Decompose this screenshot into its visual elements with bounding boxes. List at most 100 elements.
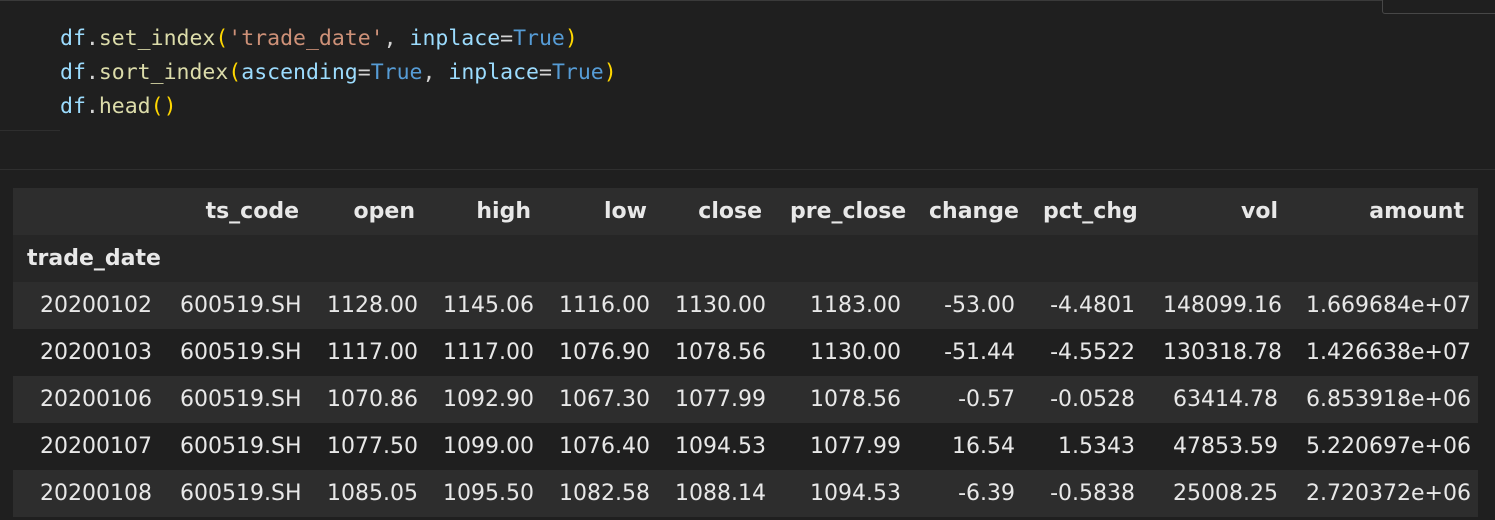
table-cell: -51.44: [915, 329, 1029, 376]
table-cell: 600519.SH: [166, 329, 313, 376]
code-line: df.sort_index(ascending=True, inplace=Tr…: [60, 56, 617, 90]
column-header: high: [429, 188, 545, 235]
index-name-label: trade_date: [13, 235, 166, 282]
table-cell: 1145.06: [429, 282, 545, 329]
table-cell: 1088.14: [661, 470, 776, 517]
table-row: 20200103 600519.SH 1117.00 1117.00 1076.90 10…: [13, 329, 1478, 376]
table-cell: -4.4801: [1029, 282, 1149, 329]
table-cell: 1130.00: [661, 282, 776, 329]
column-header: ts_code: [166, 188, 313, 235]
code-token: df: [60, 94, 86, 119]
column-header: low: [545, 188, 661, 235]
dataframe-table: ts_code open high low close pre_close change pc…: [13, 188, 1478, 517]
code-token: (: [228, 60, 242, 85]
code-token: .: [85, 60, 99, 85]
code-token: head: [98, 94, 151, 119]
code-token: =: [500, 26, 514, 51]
code-token: df: [60, 60, 86, 85]
table-cell: -0.0528: [1029, 376, 1149, 423]
index-name-filler: [166, 235, 313, 282]
index-name-filler: [313, 235, 429, 282]
code-cell-editor[interactable]: df.set_index('trade_date', inplace=True)…: [60, 22, 617, 124]
table-cell: -0.57: [915, 376, 1029, 423]
table-cell: 5.220697e+06: [1292, 423, 1478, 470]
table-cell: 1078.56: [776, 376, 915, 423]
index-name-filler: [429, 235, 545, 282]
column-header: pre_close: [776, 188, 915, 235]
code-token: inplace: [448, 60, 539, 85]
column-header: open: [313, 188, 429, 235]
column-header: vol: [1149, 188, 1292, 235]
table-row: 20200102 600519.SH 1128.00 1145.06 1116.00 11…: [13, 282, 1478, 329]
table-cell: 1099.00: [429, 423, 545, 470]
header-corner: [13, 188, 166, 235]
table-cell: -53.00: [915, 282, 1029, 329]
column-header: amount: [1292, 188, 1478, 235]
table-cell: 16.54: [915, 423, 1029, 470]
index-name-filler: [545, 235, 661, 282]
index-name-filler: [776, 235, 915, 282]
column-header: change: [915, 188, 1029, 235]
code-token: ,: [422, 60, 449, 85]
code-token: =: [357, 60, 371, 85]
code-token: (: [215, 26, 229, 51]
code-line: df.head(): [60, 90, 617, 124]
table-cell: 1094.53: [661, 423, 776, 470]
table-cell: 1183.00: [776, 282, 915, 329]
table-row: 20200106 600519.SH 1070.86 1092.90 1067.30 10…: [13, 376, 1478, 423]
table-cell: 1076.90: [545, 329, 661, 376]
cell-toolbar-tab[interactable]: [1382, 0, 1495, 14]
table-cell: 1085.05: [313, 470, 429, 517]
table-cell: 148099.16: [1149, 282, 1292, 329]
column-header: close: [661, 188, 776, 235]
table-row: 20200107 600519.SH 1077.50 1099.00 1076.40 10…: [13, 423, 1478, 470]
table-cell: 1116.00: [545, 282, 661, 329]
row-index-label: 20200106: [13, 376, 166, 423]
table-cell: 1082.58: [545, 470, 661, 517]
table-cell: 600519.SH: [166, 423, 313, 470]
table-cell: 1.5343: [1029, 423, 1149, 470]
table-cell: 1094.53: [776, 470, 915, 517]
table-cell: 1077.50: [313, 423, 429, 470]
code-token: ascending: [241, 60, 358, 85]
table-cell: 25008.25: [1149, 470, 1292, 517]
row-index-label: 20200103: [13, 329, 166, 376]
code-token: True: [513, 26, 565, 51]
table-cell: 63414.78: [1149, 376, 1292, 423]
table-cell: 2.720372e+06: [1292, 470, 1478, 517]
index-name-filler: [1149, 235, 1292, 282]
table-cell: 600519.SH: [166, 282, 313, 329]
table-cell: 130318.78: [1149, 329, 1292, 376]
table-cell: -6.39: [915, 470, 1029, 517]
table-cell: 1077.99: [776, 423, 915, 470]
table-cell: 1095.50: [429, 470, 545, 517]
table-cell: 1130.00: [776, 329, 915, 376]
table-index-name-row: trade_date: [13, 235, 1478, 282]
index-name-filler: [915, 235, 1029, 282]
index-name-filler: [1029, 235, 1149, 282]
cell-edge-marker: [0, 130, 60, 131]
code-token: ,: [383, 26, 410, 51]
code-token: set_index: [98, 26, 216, 51]
table-cell: 1076.40: [545, 423, 661, 470]
code-token: ): [564, 26, 578, 51]
table-cell: 1067.30: [545, 376, 661, 423]
table-cell: 6.853918e+06: [1292, 376, 1478, 423]
table-cell: 1.669684e+07: [1292, 282, 1478, 329]
column-header: pct_chg: [1029, 188, 1149, 235]
table-cell: -4.5522: [1029, 329, 1149, 376]
code-token: 'trade_date': [228, 26, 384, 51]
index-name-filler: [1292, 235, 1478, 282]
code-token: True: [370, 60, 423, 85]
code-token: (): [150, 94, 177, 119]
table-cell: 1.426638e+07: [1292, 329, 1478, 376]
code-token: df: [60, 26, 86, 51]
editor-top-border: [0, 0, 1495, 1]
code-token: inplace: [409, 26, 501, 51]
code-token: sort_index: [98, 60, 229, 85]
cell-output: ts_code open high low close pre_close change pc…: [13, 188, 1478, 517]
row-index-label: 20200107: [13, 423, 166, 470]
table-cell: 1092.90: [429, 376, 545, 423]
table-cell: 1070.86: [313, 376, 429, 423]
table-cell: 600519.SH: [166, 376, 313, 423]
